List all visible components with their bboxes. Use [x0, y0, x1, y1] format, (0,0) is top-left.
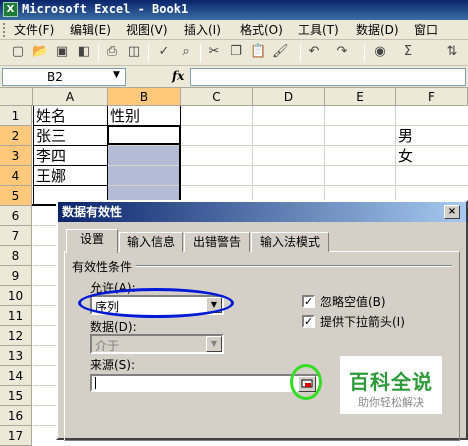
- window-title: Microsoft Excel - Book1: [22, 2, 189, 16]
- tab-input-message[interactable]: 输入信息: [119, 232, 183, 252]
- highlight-circle: [290, 364, 322, 400]
- tab-ime-mode[interactable]: 输入法模式: [251, 232, 329, 252]
- row-header-9[interactable]: 9: [0, 266, 32, 286]
- row-header-3[interactable]: 3: [0, 146, 32, 166]
- tab-settings[interactable]: 设置: [66, 229, 118, 253]
- cell-a4[interactable]: 王娜: [36, 166, 66, 186]
- cell-a3[interactable]: 李四: [36, 146, 66, 166]
- row-header-10[interactable]: 10: [0, 286, 32, 306]
- menu-data[interactable]: 数据(D): [356, 22, 399, 38]
- cell-a2[interactable]: 张三: [36, 126, 66, 146]
- autosum-icon[interactable]: Σ: [400, 44, 416, 60]
- row-header-16[interactable]: 16: [0, 406, 32, 426]
- column-header-b[interactable]: B: [108, 88, 181, 106]
- format-painter-icon[interactable]: 🖌: [272, 44, 289, 60]
- cell-b1[interactable]: 性别: [110, 106, 140, 126]
- highlight-oval: [78, 288, 234, 318]
- column-header-f[interactable]: F: [396, 88, 468, 106]
- column-header-a[interactable]: A: [33, 88, 108, 106]
- toolbar-separator: [148, 44, 149, 62]
- active-cell-b2[interactable]: [107, 125, 181, 145]
- copy-icon[interactable]: ❐: [228, 44, 244, 60]
- menu-view[interactable]: 视图(V): [126, 22, 168, 38]
- watermark-logo: 百科全说 助你轻松解决: [340, 356, 442, 414]
- menu-insert[interactable]: 插入(I): [184, 22, 221, 38]
- text-cursor: [95, 377, 96, 389]
- excel-icon: X: [3, 2, 18, 17]
- selection-border: [179, 144, 181, 206]
- paste-icon[interactable]: 📋: [250, 44, 266, 60]
- permission-icon[interactable]: ◧: [76, 44, 92, 60]
- formula-bar: B2 ▼ fx: [0, 66, 468, 88]
- save-icon[interactable]: ▣: [54, 44, 70, 60]
- row-header-6[interactable]: 6: [0, 206, 32, 226]
- source-input[interactable]: [90, 374, 320, 392]
- ignore-blank-checkbox[interactable]: ✓: [302, 295, 315, 308]
- undo-icon[interactable]: ↶: [306, 44, 322, 60]
- validation-criteria-label: 有效性条件: [72, 258, 137, 275]
- row-header-15[interactable]: 15: [0, 386, 32, 406]
- column-header-d[interactable]: D: [253, 88, 325, 106]
- toolbar-separator: [300, 44, 301, 62]
- close-icon[interactable]: ×: [444, 205, 460, 219]
- watermark-subtitle: 助你轻松解决: [358, 396, 424, 409]
- chevron-down-icon[interactable]: ▼: [113, 70, 120, 80]
- menu-window[interactable]: 窗口: [414, 22, 438, 38]
- cell-a1[interactable]: 姓名: [36, 106, 66, 126]
- toolbar-separator: [200, 44, 201, 62]
- menu-file[interactable]: 文件(F): [14, 22, 54, 38]
- title-bar[interactable]: X Microsoft Excel - Book1: [0, 0, 468, 20]
- row-header-13[interactable]: 13: [0, 346, 32, 366]
- row-header-12[interactable]: 12: [0, 326, 32, 346]
- tab-error-alert[interactable]: 出错警告: [184, 232, 250, 252]
- name-box-value: B2: [47, 70, 63, 84]
- ignore-blank-label: 忽略空值(B): [320, 295, 386, 309]
- row-header-1[interactable]: 1: [0, 106, 32, 126]
- sort-icon[interactable]: ⇅: [444, 44, 460, 60]
- row-header-11[interactable]: 11: [0, 306, 32, 326]
- column-header-c[interactable]: C: [181, 88, 253, 106]
- row-header-2[interactable]: 2: [0, 126, 32, 146]
- menu-grip[interactable]: [3, 23, 6, 37]
- menu-tools[interactable]: 工具(T): [298, 22, 339, 38]
- new-icon[interactable]: ▢: [10, 44, 26, 60]
- row-header-7[interactable]: 7: [0, 226, 32, 246]
- dialog-title[interactable]: 数据有效性: [58, 202, 466, 222]
- menu-format[interactable]: 格式(O): [240, 22, 283, 38]
- hyperlink-icon[interactable]: ◉: [372, 44, 388, 60]
- redo-icon[interactable]: ↷: [334, 44, 350, 60]
- menu-edit[interactable]: 编辑(E): [70, 22, 111, 38]
- table-border: [107, 106, 108, 206]
- select-all-corner[interactable]: [0, 88, 33, 106]
- source-label: 来源(S):: [90, 358, 136, 372]
- row-header-17[interactable]: 17: [0, 426, 32, 446]
- name-box[interactable]: B2 ▼: [2, 68, 126, 86]
- fx-icon[interactable]: fx: [172, 69, 184, 83]
- open-icon[interactable]: 📂: [32, 44, 48, 60]
- row-header-8[interactable]: 8: [0, 246, 32, 266]
- data-select-value: 介于: [95, 339, 120, 353]
- cut-icon[interactable]: ✂: [206, 44, 222, 60]
- row-header-5[interactable]: 5: [0, 186, 32, 206]
- data-label: 数据(D):: [90, 320, 137, 334]
- watermark-title: 百科全说: [349, 370, 433, 394]
- print-preview-icon[interactable]: ◫: [126, 44, 142, 60]
- spelling-icon[interactable]: ✓: [156, 44, 172, 60]
- dropdown-arrow-label: 提供下拉箭头(I): [320, 315, 405, 329]
- chevron-down-icon[interactable]: ▼: [206, 336, 222, 352]
- print-icon[interactable]: ⎙: [104, 44, 120, 60]
- toolbar-separator: [364, 44, 365, 62]
- data-select[interactable]: 介于 ▼: [90, 334, 224, 354]
- research-icon[interactable]: ⌕: [178, 44, 194, 60]
- row-header-14[interactable]: 14: [0, 366, 32, 386]
- row-header-4[interactable]: 4: [0, 166, 32, 186]
- dropdown-arrow-checkbox[interactable]: ✓: [302, 315, 315, 328]
- menu-bar: 文件(F) 编辑(E) 视图(V) 插入(I) 格式(O) 工具(T) 数据(D…: [0, 20, 468, 40]
- standard-toolbar: ▢ 📂 ▣ ◧ ⎙ ◫ ✓ ⌕ ✂ ❐ 📋 🖌 ↶ ↷ ◉ Σ ⇅: [0, 40, 468, 66]
- formula-input[interactable]: [190, 68, 466, 86]
- column-header-e[interactable]: E: [325, 88, 396, 106]
- toolbar-separator: [98, 44, 99, 62]
- cell-f3[interactable]: 女: [398, 146, 413, 166]
- cell-f2[interactable]: 男: [398, 126, 413, 146]
